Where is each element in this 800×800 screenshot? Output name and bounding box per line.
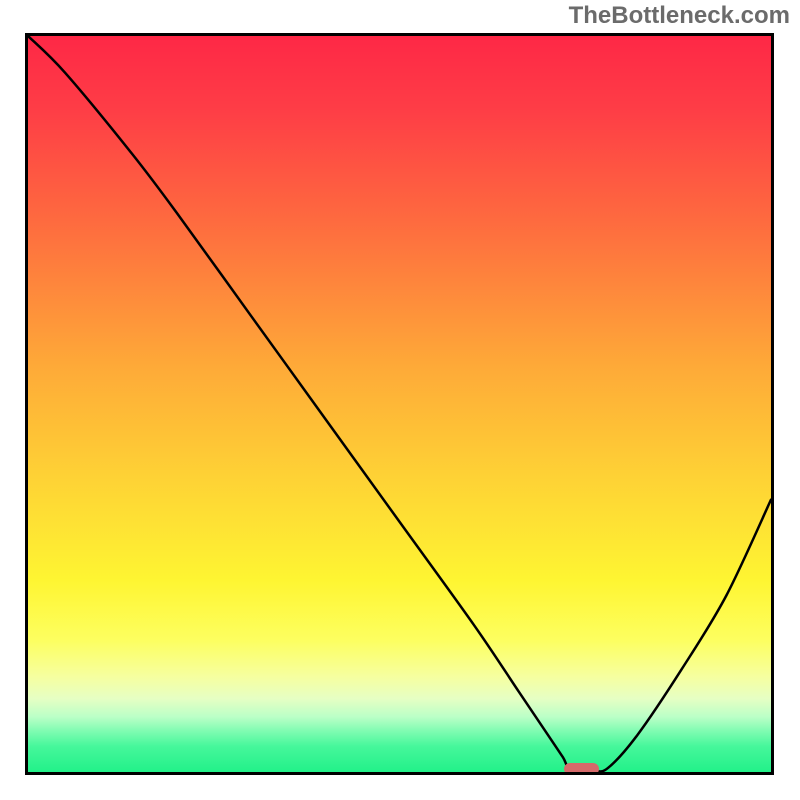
chart-container: TheBottleneck.com	[0, 0, 800, 800]
curve-layer	[28, 36, 771, 772]
optimal-marker	[564, 763, 599, 775]
watermark-text: TheBottleneck.com	[569, 2, 790, 30]
bottleneck-curve	[28, 36, 771, 772]
plot-area	[25, 33, 774, 775]
